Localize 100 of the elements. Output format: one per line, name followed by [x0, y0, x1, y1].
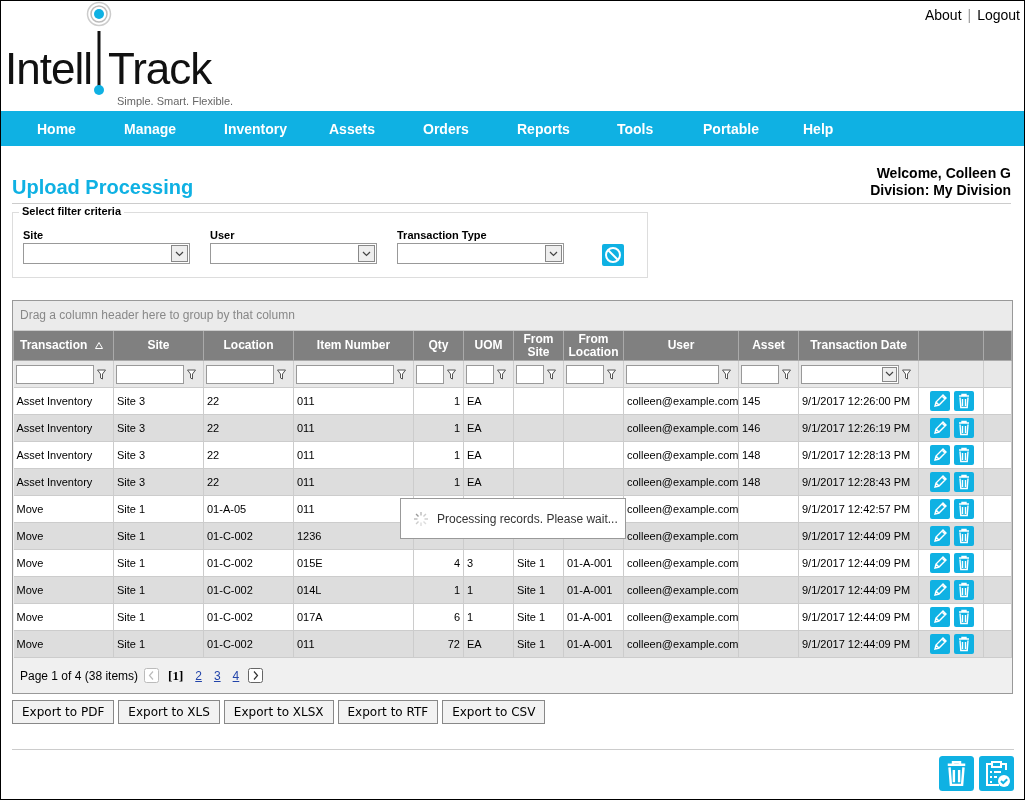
- column-header[interactable]: User: [667, 339, 695, 352]
- table-cell: 1: [453, 476, 460, 488]
- pager-summary: Page 1 of 4 (38 items): [20, 668, 139, 683]
- table-cell: 01-C-002: [207, 584, 253, 596]
- table-cell: 1: [453, 422, 460, 434]
- table-cell: EA: [467, 638, 482, 650]
- table-cell: 6: [453, 611, 460, 623]
- edit-icon[interactable]: [930, 607, 950, 627]
- delete-icon[interactable]: [954, 607, 974, 627]
- filter-icon[interactable]: [277, 368, 286, 380]
- delete-icon[interactable]: [954, 499, 974, 519]
- filter-icon[interactable]: [722, 368, 731, 380]
- filter-field[interactable]: [466, 364, 494, 384]
- filter-icon[interactable]: [607, 368, 616, 380]
- table-cell: 1: [453, 449, 460, 461]
- edit-icon[interactable]: [930, 418, 950, 438]
- filter-icon[interactable]: [397, 368, 406, 380]
- nav-item[interactable]: Inventory: [224, 120, 329, 137]
- filter-dropdown[interactable]: [801, 364, 899, 384]
- chevron-down-icon[interactable]: [885, 371, 894, 377]
- filter-icon[interactable]: [902, 368, 911, 380]
- filter-icon[interactable]: [187, 368, 196, 380]
- export-button[interactable]: Export to XLSX: [223, 700, 334, 724]
- nav-item[interactable]: Reports: [517, 120, 617, 137]
- delete-icon[interactable]: [954, 580, 974, 600]
- page-link[interactable]: 2: [195, 668, 202, 683]
- delete-icon[interactable]: [954, 526, 974, 546]
- edit-icon[interactable]: [930, 472, 950, 492]
- filter-field[interactable]: [741, 364, 779, 384]
- filter-field[interactable]: [416, 364, 444, 384]
- filter-field[interactable]: [15, 364, 94, 384]
- filter-field[interactable]: [116, 364, 184, 384]
- filter-icon[interactable]: [96, 368, 106, 380]
- table-cell: Site 3: [117, 476, 146, 488]
- edit-icon[interactable]: [930, 580, 950, 600]
- table-cell: 1: [453, 584, 460, 596]
- filter-field[interactable]: [296, 364, 394, 384]
- clear-filter-icon[interactable]: [602, 244, 624, 266]
- clipboard-check-icon[interactable]: [979, 756, 1014, 791]
- export-button[interactable]: Export to XLS: [118, 700, 220, 724]
- edit-icon[interactable]: [930, 391, 950, 411]
- dropdown-field[interactable]: [210, 243, 377, 264]
- delete-icon[interactable]: [954, 553, 974, 573]
- export-button[interactable]: Export to RTF: [337, 700, 439, 724]
- table-cell: 1: [467, 584, 474, 596]
- table-cell: 011: [297, 395, 315, 407]
- table-cell: 9/1/2017 12:42:57 PM: [802, 503, 911, 515]
- table-cell: 011: [297, 638, 315, 650]
- nav-item[interactable]: Home: [37, 120, 124, 137]
- header-link[interactable]: Logout: [977, 7, 1020, 23]
- table-cell: Site 3: [117, 449, 146, 461]
- column-header[interactable]: Site: [147, 339, 170, 352]
- export-button[interactable]: Export to CSV: [442, 700, 546, 724]
- filter-field[interactable]: [516, 364, 544, 384]
- export-button[interactable]: Export to PDF: [12, 700, 115, 724]
- filter-icon[interactable]: [782, 368, 791, 380]
- delete-icon[interactable]: [954, 472, 974, 492]
- chevron-down-icon[interactable]: [362, 250, 371, 257]
- delete-icon[interactable]: [954, 418, 974, 438]
- filter-icon[interactable]: [547, 368, 556, 380]
- page-link[interactable]: [1]: [168, 667, 184, 684]
- edit-icon[interactable]: [930, 553, 950, 573]
- table-cell: EA: [467, 422, 482, 434]
- nav-item[interactable]: Tools: [617, 120, 703, 137]
- next-page-button[interactable]: [248, 668, 264, 683]
- filter-icon[interactable]: [497, 368, 506, 380]
- nav-item[interactable]: Assets: [329, 120, 423, 137]
- nav-item[interactable]: Portable: [703, 120, 803, 137]
- delete-all-icon[interactable]: [939, 756, 974, 791]
- filter-field[interactable]: [206, 364, 274, 384]
- nav-item[interactable]: Orders: [423, 120, 517, 137]
- table-cell: Site 3: [117, 395, 146, 407]
- delete-icon[interactable]: [954, 634, 974, 654]
- filter-field[interactable]: [566, 364, 604, 384]
- field-label: Site: [23, 229, 45, 241]
- chevron-down-icon[interactable]: [175, 250, 184, 257]
- page-link[interactable]: 4: [232, 668, 240, 683]
- table-cell: Site 1: [117, 557, 146, 569]
- header-link[interactable]: About: [924, 7, 962, 23]
- delete-icon[interactable]: [954, 391, 974, 411]
- edit-icon[interactable]: [930, 526, 950, 546]
- chevron-down-icon[interactable]: [549, 250, 558, 257]
- column-header[interactable]: From Location: [565, 332, 622, 359]
- nav-item[interactable]: Help: [803, 120, 883, 137]
- column-header[interactable]: From Site: [515, 332, 562, 359]
- table-cell: Site 1: [117, 503, 146, 515]
- nav-item[interactable]: Manage: [124, 120, 224, 137]
- edit-icon[interactable]: [930, 634, 950, 654]
- dropdown-field[interactable]: [397, 243, 564, 264]
- filter-icon[interactable]: [447, 368, 456, 380]
- edit-icon[interactable]: [930, 499, 950, 519]
- table-cell: 148: [742, 449, 761, 461]
- separator: |: [967, 7, 972, 23]
- welcome-text: Welcome, Colleen G: [875, 165, 1011, 182]
- dropdown-field[interactable]: [23, 243, 190, 264]
- column-header[interactable]: Qty: [428, 339, 449, 352]
- delete-icon[interactable]: [954, 445, 974, 465]
- edit-icon[interactable]: [930, 445, 950, 465]
- page-link[interactable]: 3: [213, 668, 221, 683]
- filter-field[interactable]: [626, 364, 719, 384]
